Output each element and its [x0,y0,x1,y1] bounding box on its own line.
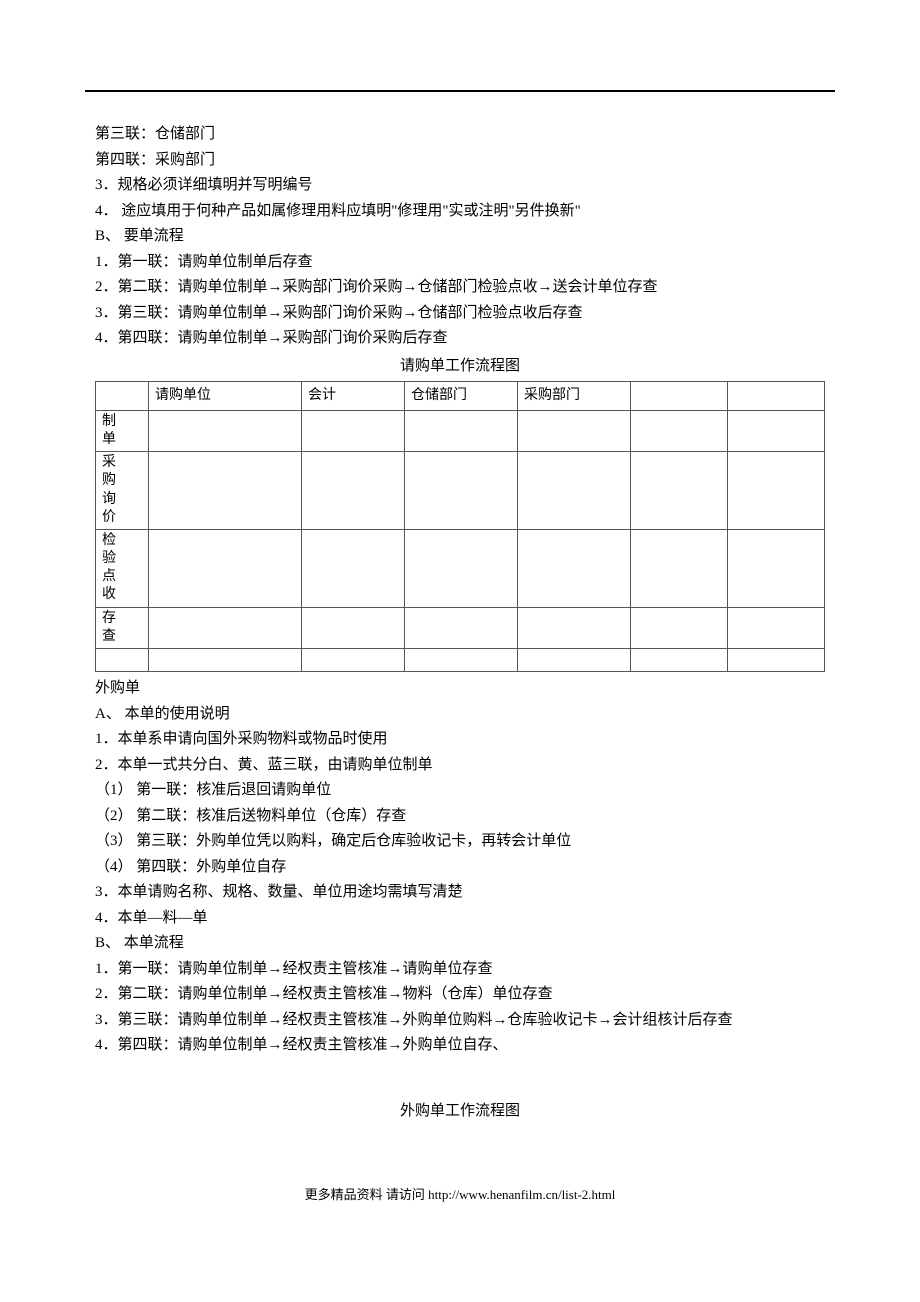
table-cell: 采购询价 [96,452,149,530]
table-cell [728,452,825,530]
text-line: 第四联：采购部门 [95,148,825,174]
table-cell [631,382,728,411]
text-line: 1．第一联：请购单位制单后存查 [95,250,825,276]
table-cell [405,607,518,648]
content: 第三联：仓储部门 第四联：采购部门 3．规格必须详细填明并写明编号 4． 途应填… [85,122,835,1206]
table-row: 存查 [96,607,825,648]
text-line: B、 要单流程 [95,224,825,250]
table-cell: 请购单位 [149,382,302,411]
table-cell [405,410,518,451]
table-cell [728,529,825,607]
table-cell [728,382,825,411]
text-line: 1．本单系申请向国外采购物料或物品时使用 [95,727,825,753]
text-line: 3．规格必须详细填明并写明编号 [95,173,825,199]
table-cell [405,649,518,672]
text-line: 2．本单一式共分白、黄、蓝三联，由请购单位制单 [95,753,825,779]
table-cell [302,410,405,451]
table-cell [518,410,631,451]
table-cell [405,529,518,607]
table-cell [149,410,302,451]
text-line: （2） 第二联：核准后送物料单位（仓库）存查 [95,804,825,830]
text-line: （1） 第一联：核准后退回请购单位 [95,778,825,804]
text-line: 1．第一联：请购单位制单→经权责主管核准→请购单位存查 [95,957,825,983]
text-line: 4．第四联：请购单位制单→采购部门询价采购后存查 [95,326,825,352]
footer-text: 更多精品资料 请访问 http://www.henanfilm.cn/list-… [95,1184,825,1206]
table-cell: 会计 [302,382,405,411]
table-cell [149,529,302,607]
table-row: 请购单位 会计 仓储部门 采购部门 [96,382,825,411]
text-line: 外购单 [95,676,825,702]
table-row [96,649,825,672]
text-line: （3） 第三联：外购单位凭以购料，确定后仓库验收记卡，再转会计单位 [95,829,825,855]
table-row: 采购询价 [96,452,825,530]
table-cell: 制单 [96,410,149,451]
text-line: 3．第三联：请购单位制单→采购部门询价采购→仓储部门检验点收后存查 [95,301,825,327]
table-cell [405,452,518,530]
text-line: 3．第三联：请购单位制单→经权责主管核准→外购单位购料→仓库验收记卡→会计组核计… [95,1008,825,1034]
text-line: （4） 第四联：外购单位自存 [95,855,825,881]
table-cell [96,649,149,672]
table-cell [302,649,405,672]
table-row: 制单 [96,410,825,451]
table-cell [631,452,728,530]
table-cell: 存查 [96,607,149,648]
table-cell [302,607,405,648]
table-cell [631,410,728,451]
text-line: 2．第二联：请购单位制单→经权责主管核准→物料（仓库）单位存查 [95,982,825,1008]
table-cell [149,452,302,530]
text-line: 4．本单—料—单 [95,906,825,932]
page: 第三联：仓储部门 第四联：采购部门 3．规格必须详细填明并写明编号 4． 途应填… [85,0,835,1259]
table-cell [631,649,728,672]
table-cell: 仓储部门 [405,382,518,411]
table-cell [302,452,405,530]
table-cell [302,529,405,607]
table-row: 检验点收 [96,529,825,607]
text-line: 3．本单请购名称、规格、数量、单位用途均需填写清楚 [95,880,825,906]
table-cell [728,649,825,672]
table-cell [149,607,302,648]
top-rule [85,90,835,92]
table-cell [518,452,631,530]
table-cell [728,607,825,648]
table-cell [518,607,631,648]
table-cell [518,649,631,672]
table-cell: 采购部门 [518,382,631,411]
table-cell [518,529,631,607]
table-cell [96,382,149,411]
text-line: A、 本单的使用说明 [95,702,825,728]
workflow-table-1: 请购单位 会计 仓储部门 采购部门 制单 采购询价 [95,381,825,672]
table1-title: 请购单工作流程图 [95,354,825,380]
text-line: 2．第二联：请购单位制单→采购部门询价采购→仓储部门检验点收→送会计单位存查 [95,275,825,301]
table-cell [728,410,825,451]
table2-title: 外购单工作流程图 [95,1099,825,1125]
table-cell [149,649,302,672]
table-cell [631,607,728,648]
text-line: 4． 途应填用于何种产品如属修理用料应填明"修理用"实或注明"另件换新" [95,199,825,225]
text-line: 4．第四联：请购单位制单→经权责主管核准→外购单位自存、 [95,1033,825,1059]
table-cell [631,529,728,607]
table-cell: 检验点收 [96,529,149,607]
text-line: B、 本单流程 [95,931,825,957]
text-line: 第三联：仓储部门 [95,122,825,148]
